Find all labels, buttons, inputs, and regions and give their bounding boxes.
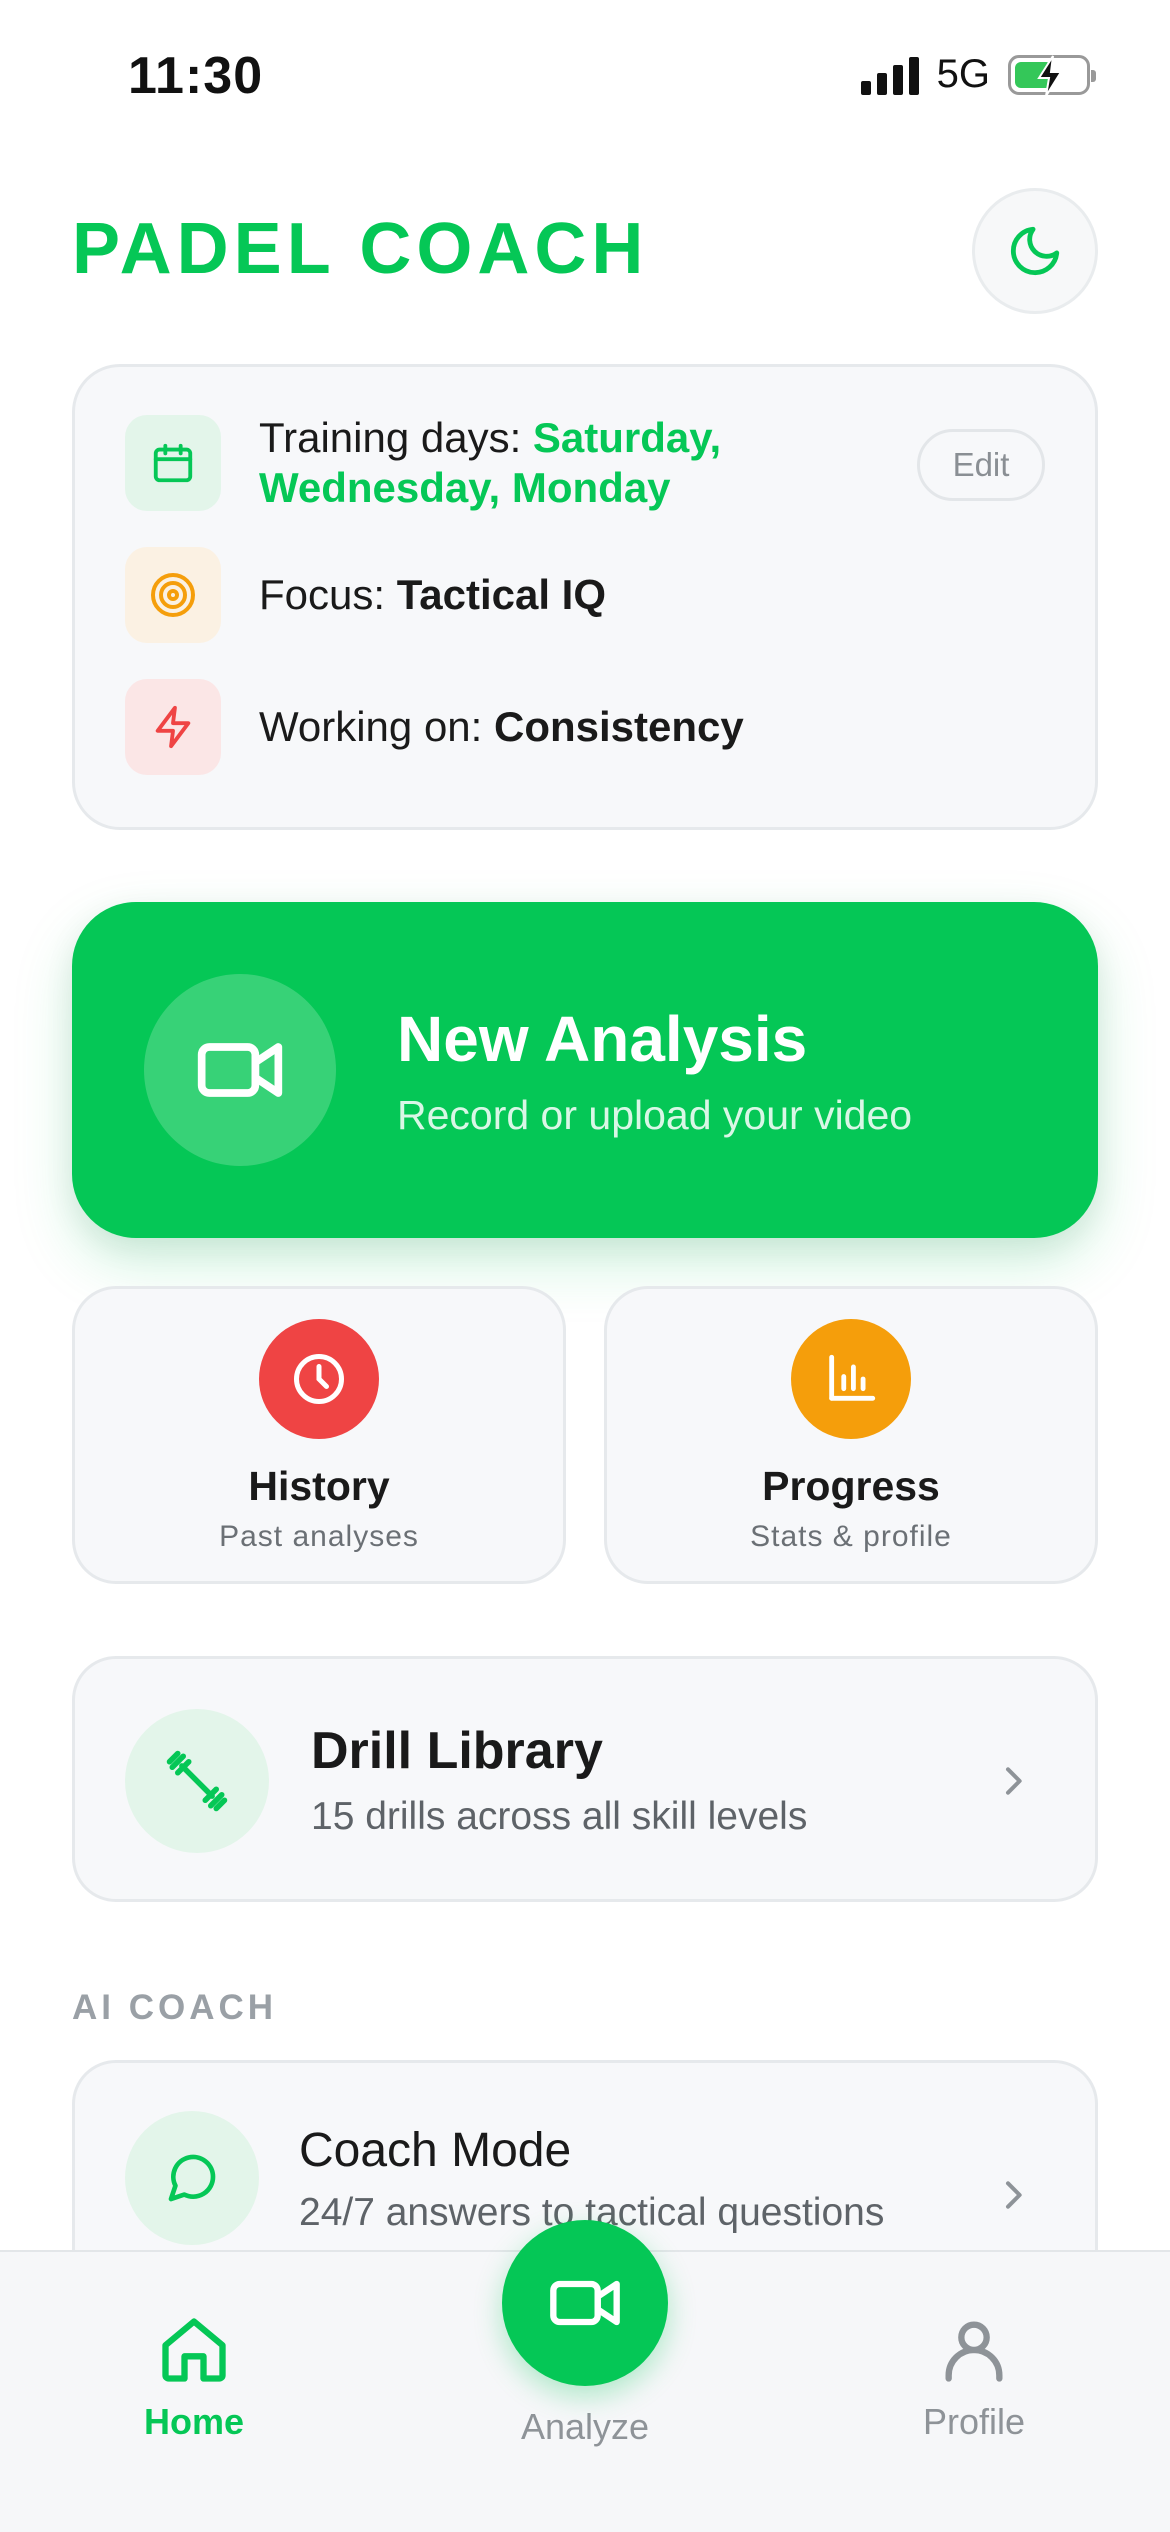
progress-subtitle: Stats & profile — [750, 1520, 952, 1553]
training-days-label: Training days: — [259, 414, 533, 461]
bar-chart-icon — [791, 1319, 911, 1439]
user-icon — [945, 2321, 1003, 2382]
edit-training-days-button[interactable]: Edit — [917, 429, 1045, 501]
focus-row: Focus: Tactical IQ — [125, 547, 606, 643]
status-time: 11:30 — [128, 47, 264, 105]
drill-library-title: Drill Library — [311, 1722, 603, 1780]
analyze-fab-button[interactable] — [502, 2220, 668, 2386]
working-on-value: Consistency — [494, 703, 744, 750]
video-camera-icon — [144, 974, 336, 1166]
tab-profile-label: Profile — [922, 2401, 1026, 2442]
training-days-text: Training days: Saturday, Wednesday, Mond… — [259, 413, 899, 513]
working-on-row: Working on: Consistency — [125, 679, 744, 775]
tab-home[interactable]: Home — [94, 2312, 294, 2443]
drill-library-card[interactable]: Drill Library 15 drills across all skill… — [72, 1656, 1098, 1902]
dumbbell-icon — [125, 1709, 269, 1853]
clock-icon — [259, 1319, 379, 1439]
status-bar: 11:30 5G — [0, 0, 1170, 150]
tab-home-label: Home — [143, 2401, 245, 2442]
history-subtitle: Past analyses — [219, 1520, 419, 1553]
working-on-text: Working on: Consistency — [259, 702, 744, 752]
app-title: PADEL COACH — [72, 209, 649, 289]
video-camera-icon — [550, 2280, 620, 2326]
chevron-right-icon — [1006, 2181, 1022, 2209]
calendar-icon — [125, 415, 221, 511]
working-on-label: Working on: — [259, 703, 494, 750]
new-analysis-title: New Analysis — [397, 1003, 808, 1075]
battery-icon — [1008, 54, 1096, 97]
focus-label: Focus: — [259, 571, 397, 618]
progress-title: Progress — [762, 1463, 940, 1509]
network-type: 5G — [936, 52, 990, 96]
tab-profile[interactable]: Profile — [874, 2312, 1074, 2443]
focus-text: Focus: Tactical IQ — [259, 570, 606, 620]
theme-toggle-button[interactable] — [972, 188, 1098, 314]
new-analysis-subtitle: Record or upload your video — [397, 1092, 913, 1138]
moon-icon — [1011, 226, 1060, 275]
signal-icon — [860, 55, 919, 95]
target-icon — [125, 547, 221, 643]
status-indicators: 5G — [860, 52, 1096, 97]
progress-tile[interactable]: Progress Stats & profile — [604, 1286, 1098, 1584]
history-title: History — [248, 1463, 390, 1509]
coach-mode-title: Coach Mode — [299, 2124, 572, 2177]
focus-value: Tactical IQ — [396, 571, 607, 618]
training-days-row: Training days: Saturday, Wednesday, Mond… — [125, 413, 899, 513]
ai-coach-section-label: AI COACH — [72, 1988, 278, 2027]
chevron-right-icon — [1006, 1767, 1022, 1795]
chat-bubble-icon — [125, 2111, 259, 2245]
drill-library-subtitle: 15 drills across all skill levels — [311, 1795, 808, 1838]
tab-analyze[interactable]: Analyze — [485, 2398, 685, 2448]
new-analysis-button[interactable]: New Analysis Record or upload your video — [72, 902, 1098, 1238]
tab-analyze-label: Analyze — [520, 2406, 650, 2447]
training-settings-card: Training days: Saturday, Wednesday, Mond… — [72, 364, 1098, 830]
lightning-icon — [125, 679, 221, 775]
home-icon — [162, 2318, 226, 2382]
history-tile[interactable]: History Past analyses — [72, 1286, 566, 1584]
